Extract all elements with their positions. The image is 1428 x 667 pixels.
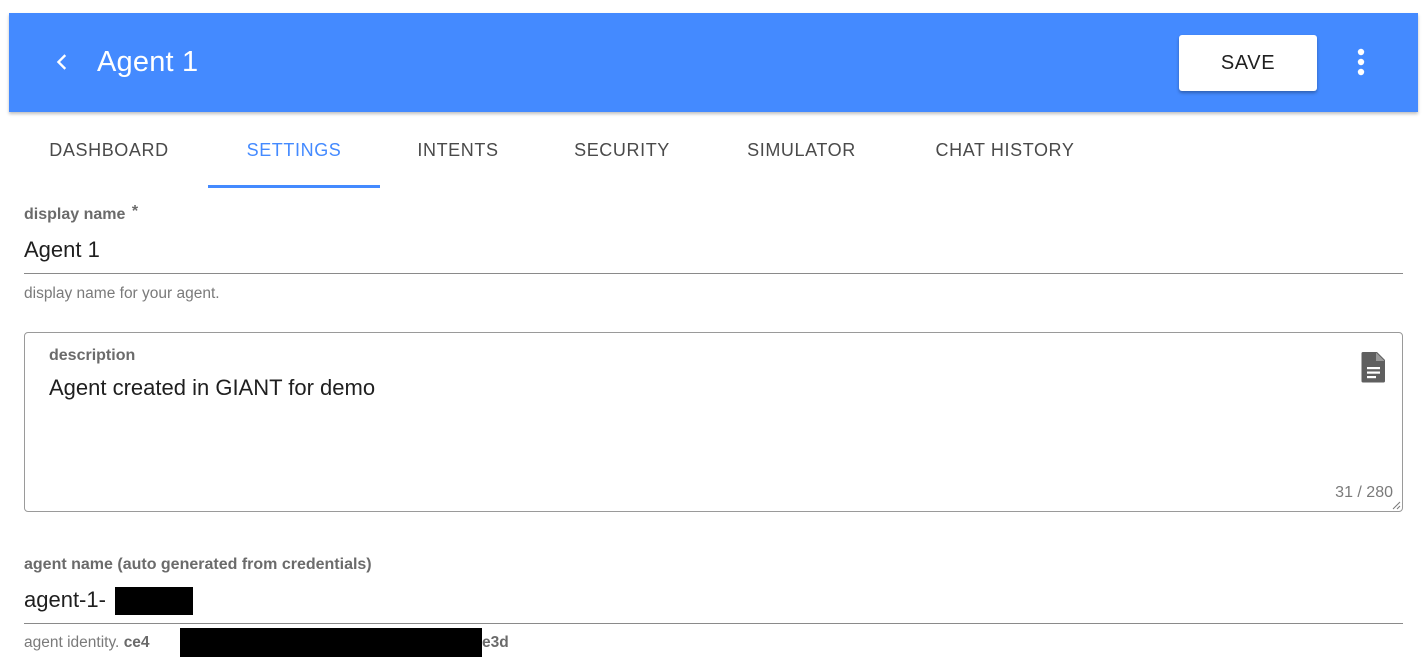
- agent-name-label: agent name (auto generated from credenti…: [24, 556, 372, 573]
- resize-handle-icon[interactable]: [1391, 500, 1401, 510]
- app-root: Agent 1 SAVE DASHBOARD SETTINGS INTENTS …: [0, 0, 1428, 667]
- tab-chat-history[interactable]: CHAT HISTORY: [895, 112, 1115, 188]
- agent-name-input[interactable]: agent-1-: [24, 587, 106, 613]
- tab-intents[interactable]: INTENTS: [380, 112, 536, 188]
- display-name-label-text: display name: [24, 206, 126, 223]
- agent-identity-end: e3d: [482, 634, 509, 651]
- app-bar: Agent 1 SAVE: [9, 13, 1418, 112]
- more-menu-button[interactable]: [1345, 43, 1377, 81]
- document-icon: [1361, 352, 1385, 383]
- description-value: Agent created in GIANT for demo: [49, 375, 376, 400]
- tab-dashboard[interactable]: DASHBOARD: [9, 112, 209, 188]
- redacted-block: [180, 628, 482, 657]
- char-counter: 31 / 280: [1335, 484, 1393, 501]
- tab-simulator[interactable]: SIMULATOR: [708, 112, 895, 188]
- display-name-hint: display name for your agent.: [24, 285, 220, 302]
- agent-name-value: agent-1-: [24, 587, 106, 612]
- redacted-block: [115, 587, 193, 615]
- agent-identity-end-wrap: e3d: [482, 634, 509, 652]
- display-name-underline: [24, 273, 1403, 274]
- tab-bar: DASHBOARD SETTINGS INTENTS SECURITY SIMU…: [9, 112, 1418, 188]
- save-button[interactable]: SAVE: [1179, 35, 1317, 91]
- agent-identity-start: ce4: [123, 634, 150, 651]
- chevron-left-icon: [56, 54, 67, 70]
- more-vert-icon: [1357, 48, 1365, 76]
- agent-identity-hint: agent identity. ce4: [24, 634, 150, 652]
- required-asterisk: *: [131, 203, 139, 220]
- tab-settings[interactable]: SETTINGS: [208, 112, 380, 188]
- tab-security[interactable]: SECURITY: [536, 112, 708, 188]
- display-name-label: display name *: [24, 203, 139, 224]
- agent-identity-hint-text: agent identity.: [24, 634, 120, 651]
- description-textarea[interactable]: description Agent created in GIANT for d…: [24, 332, 1403, 512]
- page-title: Agent 1: [97, 46, 199, 78]
- agent-name-underline: [24, 623, 1403, 624]
- description-label: description: [49, 347, 136, 364]
- back-button[interactable]: [45, 44, 81, 80]
- display-name-input[interactable]: Agent 1: [24, 237, 100, 263]
